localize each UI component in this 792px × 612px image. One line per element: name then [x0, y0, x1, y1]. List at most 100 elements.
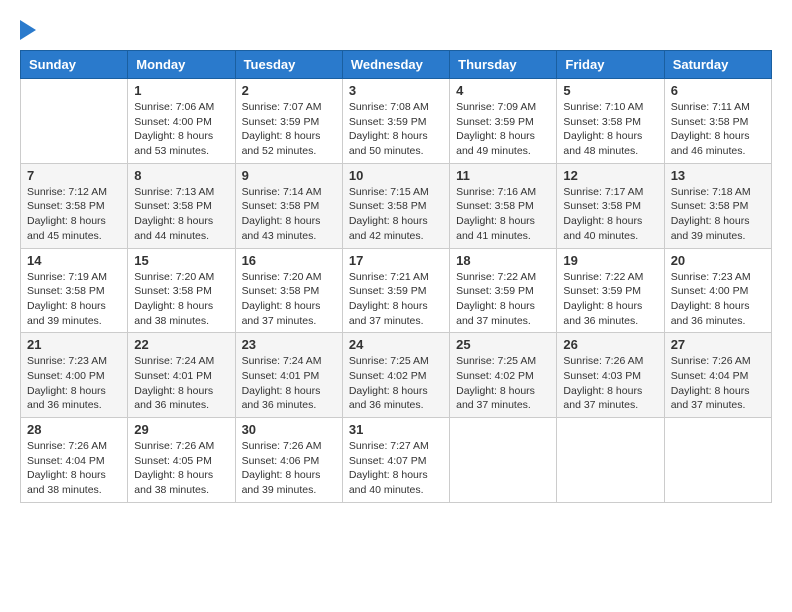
calendar-week-row: 28 Sunrise: 7:26 AMSunset: 4:04 PMDayligh…: [21, 418, 772, 503]
logo-arrow-icon: [20, 20, 36, 40]
day-info: Sunrise: 7:12 AMSunset: 3:58 PMDaylight:…: [27, 185, 121, 244]
calendar-day-cell: 9 Sunrise: 7:14 AMSunset: 3:58 PMDaylight…: [235, 163, 342, 248]
calendar-day-cell: 29 Sunrise: 7:26 AMSunset: 4:05 PMDayligh…: [128, 418, 235, 503]
day-info: Sunrise: 7:13 AMSunset: 3:58 PMDaylight:…: [134, 185, 228, 244]
day-number: 20: [671, 253, 765, 268]
calendar-day-cell: 8Sunrise: 7:13 AMSunset: 3:58 PMDaylight…: [128, 163, 235, 248]
day-info: Sunrise: 7:08 AMSunset: 3:59 PMDaylight:…: [349, 100, 443, 159]
calendar-day-cell: 4 Sunrise: 7:09 AMSunset: 3:59 PMDaylight…: [450, 79, 557, 164]
calendar-day-header: Monday: [128, 51, 235, 79]
day-info: Sunrise: 7:15 AMSunset: 3:58 PMDaylight:…: [349, 185, 443, 244]
day-info: Sunrise: 7:26 AMSunset: 4:04 PMDaylight:…: [27, 439, 121, 498]
day-info: Sunrise: 7:25 AMSunset: 4:02 PMDaylight:…: [456, 354, 550, 413]
day-info: Sunrise: 7:10 AMSunset: 3:58 PMDaylight:…: [563, 100, 657, 159]
day-number: 23: [242, 337, 336, 352]
day-info: Sunrise: 7:26 AMSunset: 4:04 PMDaylight:…: [671, 354, 765, 413]
day-number: 24: [349, 337, 443, 352]
day-number: 3: [349, 83, 443, 98]
day-number: 29: [134, 422, 228, 437]
logo: [20, 20, 40, 40]
day-number: 16: [242, 253, 336, 268]
day-number: 4: [456, 83, 550, 98]
calendar-week-row: 7 Sunrise: 7:12 AMSunset: 3:58 PMDaylight…: [21, 163, 772, 248]
calendar-day-cell: 12 Sunrise: 7:17 AMSunset: 3:58 PMDayligh…: [557, 163, 664, 248]
day-info: Sunrise: 7:26 AMSunset: 4:06 PMDaylight:…: [242, 439, 336, 498]
day-info: Sunrise: 7:20 AMSunset: 3:58 PMDaylight:…: [134, 270, 228, 329]
calendar-header-row: SundayMondayTuesdayWednesdayThursdayFrid…: [21, 51, 772, 79]
day-number: 21: [27, 337, 121, 352]
day-info: Sunrise: 7:22 AMSunset: 3:59 PMDaylight:…: [456, 270, 550, 329]
calendar-day-header: Thursday: [450, 51, 557, 79]
calendar-day-cell: 5 Sunrise: 7:10 AMSunset: 3:58 PMDaylight…: [557, 79, 664, 164]
calendar-day-header: Friday: [557, 51, 664, 79]
calendar-day-cell: 2 Sunrise: 7:07 AMSunset: 3:59 PMDaylight…: [235, 79, 342, 164]
day-number: 18: [456, 253, 550, 268]
day-number: 15: [134, 253, 228, 268]
day-number: 13: [671, 168, 765, 183]
calendar-day-cell: 25 Sunrise: 7:25 AMSunset: 4:02 PMDayligh…: [450, 333, 557, 418]
day-number: 12: [563, 168, 657, 183]
calendar-week-row: 14 Sunrise: 7:19 AMSunset: 3:58 PMDayligh…: [21, 248, 772, 333]
calendar-day-cell: 22 Sunrise: 7:24 AMSunset: 4:01 PMDayligh…: [128, 333, 235, 418]
calendar-day-cell: 27 Sunrise: 7:26 AMSunset: 4:04 PMDayligh…: [664, 333, 771, 418]
day-number: 26: [563, 337, 657, 352]
day-number: 30: [242, 422, 336, 437]
calendar-day-cell: 10 Sunrise: 7:15 AMSunset: 3:58 PMDayligh…: [342, 163, 449, 248]
day-info: Sunrise: 7:09 AMSunset: 3:59 PMDaylight:…: [456, 100, 550, 159]
calendar-day-header: Saturday: [664, 51, 771, 79]
day-number: 9: [242, 168, 336, 183]
day-info: Sunrise: 7:25 AMSunset: 4:02 PMDaylight:…: [349, 354, 443, 413]
day-info: Sunrise: 7:14 AMSunset: 3:58 PMDaylight:…: [242, 185, 336, 244]
day-info: Sunrise: 7:24 AMSunset: 4:01 PMDaylight:…: [134, 354, 228, 413]
calendar-week-row: 21 Sunrise: 7:23 AMSunset: 4:00 PMDayligh…: [21, 333, 772, 418]
day-info: Sunrise: 7:26 AMSunset: 4:05 PMDaylight:…: [134, 439, 228, 498]
calendar-day-cell: [664, 418, 771, 503]
calendar-day-cell: [21, 79, 128, 164]
calendar-day-cell: 11Sunrise: 7:16 AMSunset: 3:58 PMDayligh…: [450, 163, 557, 248]
calendar-day-cell: 18 Sunrise: 7:22 AMSunset: 3:59 PMDayligh…: [450, 248, 557, 333]
day-info: Sunrise: 7:27 AMSunset: 4:07 PMDaylight:…: [349, 439, 443, 498]
day-info: Sunrise: 7:26 AMSunset: 4:03 PMDaylight:…: [563, 354, 657, 413]
day-info: Sunrise: 7:23 AMSunset: 4:00 PMDaylight:…: [671, 270, 765, 329]
calendar-day-cell: 1 Sunrise: 7:06 AMSunset: 4:00 PMDaylight…: [128, 79, 235, 164]
day-number: 22: [134, 337, 228, 352]
day-number: 27: [671, 337, 765, 352]
day-number: 28: [27, 422, 121, 437]
day-number: 31: [349, 422, 443, 437]
day-number: 11: [456, 168, 550, 183]
calendar-day-cell: 21 Sunrise: 7:23 AMSunset: 4:00 PMDayligh…: [21, 333, 128, 418]
calendar-day-cell: [557, 418, 664, 503]
calendar-day-cell: 19Sunrise: 7:22 AMSunset: 3:59 PMDayligh…: [557, 248, 664, 333]
calendar-day-cell: 31 Sunrise: 7:27 AMSunset: 4:07 PMDayligh…: [342, 418, 449, 503]
calendar-week-row: 1 Sunrise: 7:06 AMSunset: 4:00 PMDaylight…: [21, 79, 772, 164]
day-number: 10: [349, 168, 443, 183]
calendar-table: SundayMondayTuesdayWednesdayThursdayFrid…: [20, 50, 772, 503]
day-info: Sunrise: 7:18 AMSunset: 3:58 PMDaylight:…: [671, 185, 765, 244]
day-number: 1: [134, 83, 228, 98]
day-number: 17: [349, 253, 443, 268]
calendar-day-cell: 15 Sunrise: 7:20 AMSunset: 3:58 PMDayligh…: [128, 248, 235, 333]
day-number: 5: [563, 83, 657, 98]
day-info: Sunrise: 7:19 AMSunset: 3:58 PMDaylight:…: [27, 270, 121, 329]
day-info: Sunrise: 7:21 AMSunset: 3:59 PMDaylight:…: [349, 270, 443, 329]
day-info: Sunrise: 7:22 AMSunset: 3:59 PMDaylight:…: [563, 270, 657, 329]
day-number: 25: [456, 337, 550, 352]
day-info: Sunrise: 7:11 AMSunset: 3:58 PMDaylight:…: [671, 100, 765, 159]
day-number: 2: [242, 83, 336, 98]
day-number: 14: [27, 253, 121, 268]
calendar-day-cell: 16 Sunrise: 7:20 AMSunset: 3:58 PMDayligh…: [235, 248, 342, 333]
page-header: [20, 20, 772, 40]
calendar-day-cell: 26 Sunrise: 7:26 AMSunset: 4:03 PMDayligh…: [557, 333, 664, 418]
day-info: Sunrise: 7:17 AMSunset: 3:58 PMDaylight:…: [563, 185, 657, 244]
calendar-day-cell: 20 Sunrise: 7:23 AMSunset: 4:00 PMDayligh…: [664, 248, 771, 333]
calendar-day-cell: [450, 418, 557, 503]
day-info: Sunrise: 7:06 AMSunset: 4:00 PMDaylight:…: [134, 100, 228, 159]
day-info: Sunrise: 7:23 AMSunset: 4:00 PMDaylight:…: [27, 354, 121, 413]
calendar-day-header: Wednesday: [342, 51, 449, 79]
calendar-day-cell: 24 Sunrise: 7:25 AMSunset: 4:02 PMDayligh…: [342, 333, 449, 418]
day-info: Sunrise: 7:07 AMSunset: 3:59 PMDaylight:…: [242, 100, 336, 159]
calendar-day-cell: 23Sunrise: 7:24 AMSunset: 4:01 PMDayligh…: [235, 333, 342, 418]
day-info: Sunrise: 7:20 AMSunset: 3:58 PMDaylight:…: [242, 270, 336, 329]
day-number: 7: [27, 168, 121, 183]
calendar-day-header: Sunday: [21, 51, 128, 79]
